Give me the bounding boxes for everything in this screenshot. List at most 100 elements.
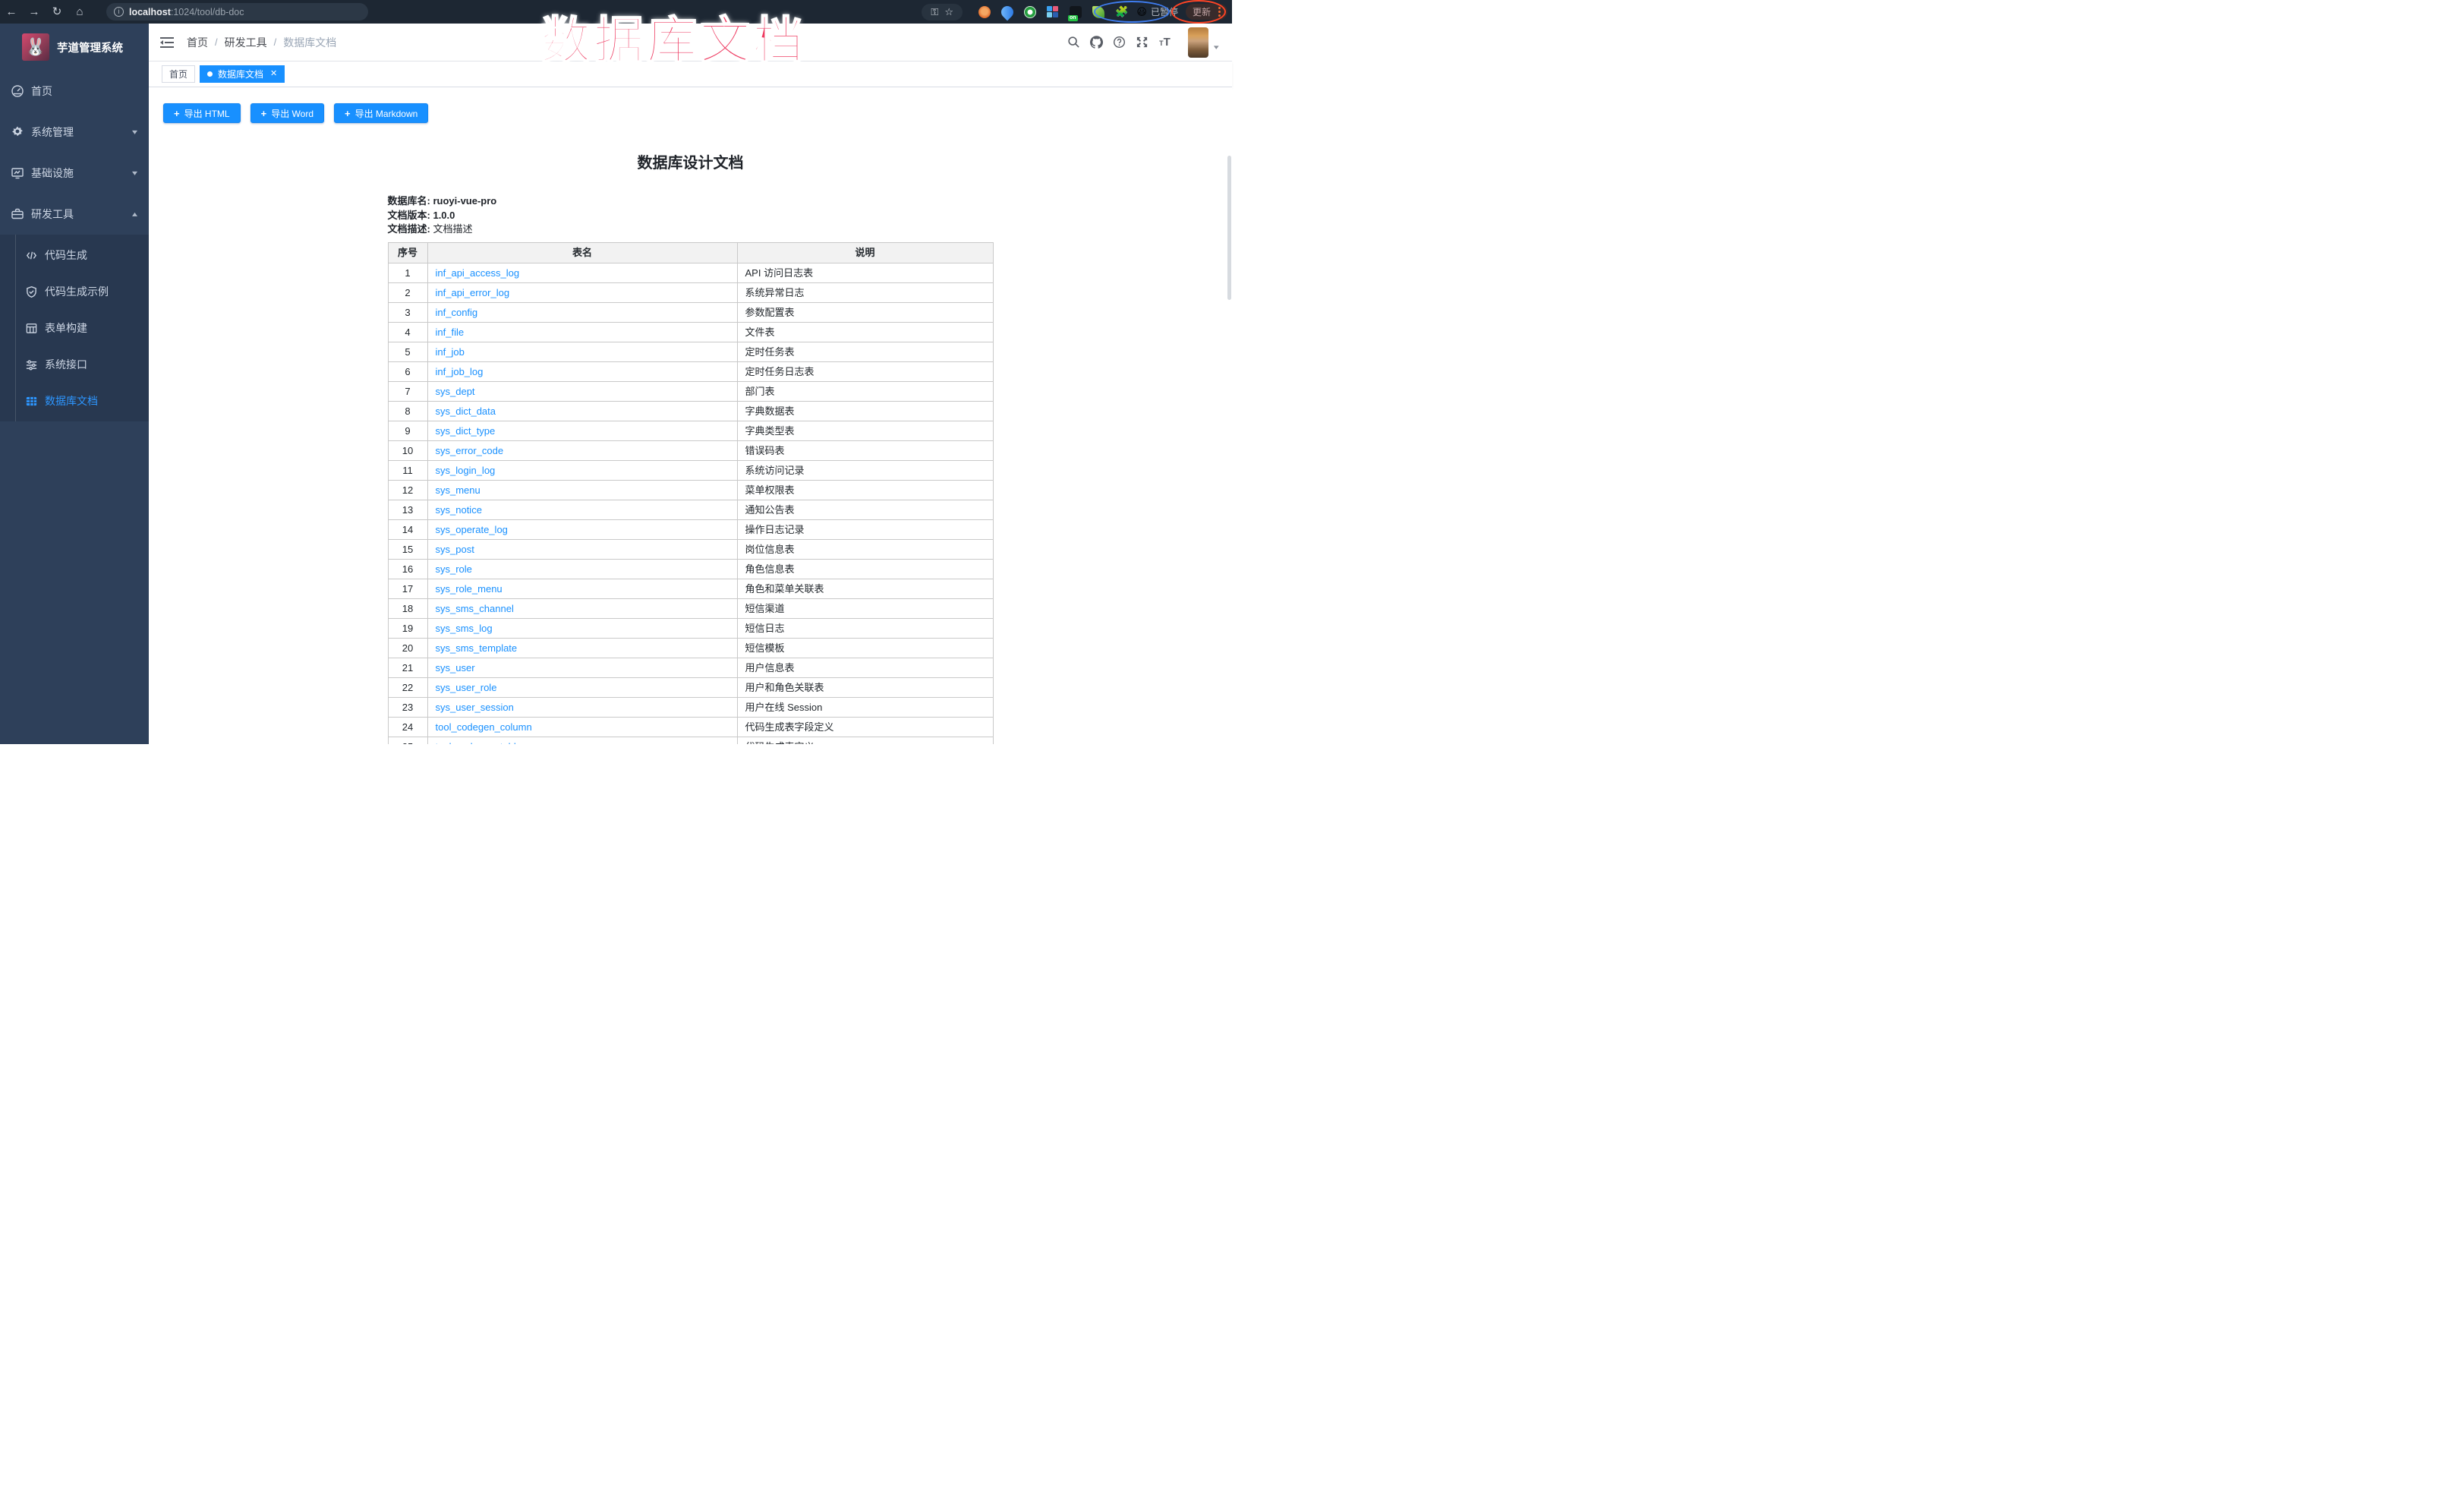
table-name-link[interactable]: sys_user (436, 662, 475, 674)
sidebar-item-system[interactable]: 系统管理 ▾ (0, 112, 149, 153)
row-table-name: sys_role (427, 559, 737, 579)
table-row: 4inf_file文件表 (388, 322, 993, 342)
table-name-link[interactable]: sys_sms_template (436, 642, 518, 654)
row-description: 短信渠道 (737, 598, 993, 618)
extension-proxy-on-icon[interactable]: on (1070, 6, 1082, 18)
fullscreen-icon[interactable] (1130, 31, 1153, 54)
table-name-link[interactable]: inf_job_log (436, 366, 484, 377)
table-row: 21sys_user用户信息表 (388, 658, 993, 677)
row-description: 短信日志 (737, 618, 993, 638)
address-bar[interactable]: i localhost:1024/tool/db-doc (106, 3, 368, 21)
row-table-name: sys_error_code (427, 440, 737, 460)
sidebar-item-label: 研发工具 (31, 207, 74, 222)
extension-orange-icon[interactable] (978, 6, 991, 18)
collapse-sidebar-icon[interactable] (159, 36, 175, 49)
browser-forward-icon[interactable]: → (23, 0, 46, 24)
app-logo[interactable]: 🐰 芋道管理系统 (0, 24, 149, 71)
sidebar-item-home[interactable]: 首页 (0, 71, 149, 112)
row-table-name: sys_operate_log (427, 519, 737, 539)
table-name-link[interactable]: sys_notice (436, 504, 482, 516)
table-name-link[interactable]: inf_file (436, 327, 465, 338)
table-name-link[interactable]: sys_user_role (436, 682, 497, 693)
table-name-link[interactable]: sys_sms_log (436, 623, 493, 634)
table-name-link[interactable]: sys_post (436, 544, 474, 555)
font-size-icon[interactable]: TT (1153, 31, 1176, 54)
table-name-link[interactable]: sys_menu (436, 484, 481, 496)
row-description: 系统访问记录 (737, 460, 993, 480)
row-index: 22 (388, 677, 427, 697)
table-name-link[interactable]: sys_dict_type (436, 425, 496, 437)
extensions-puzzle-icon[interactable]: 🧩 (1115, 5, 1128, 18)
row-description: 部门表 (737, 381, 993, 401)
table-name-link[interactable]: sys_error_code (436, 445, 504, 456)
extension-leaf-icon[interactable] (1092, 6, 1104, 18)
extension-pin-icon[interactable] (999, 3, 1016, 21)
extension-grid-icon[interactable] (1047, 6, 1059, 18)
table-row: 18sys_sms_channel短信渠道 (388, 598, 993, 618)
row-index: 25 (388, 737, 427, 744)
table-name-link[interactable]: sys_login_log (436, 465, 496, 476)
sidebar-item-codegen[interactable]: 代码生成 (0, 237, 149, 273)
row-table-name: sys_menu (427, 480, 737, 500)
browser-menu-icon[interactable] (1218, 5, 1221, 17)
sidebar-item-db-doc[interactable]: 数据库文档 (0, 383, 149, 419)
export-markdown-button[interactable]: +导出 Markdown (334, 103, 428, 123)
scrollbar-thumb[interactable] (1227, 156, 1231, 300)
row-index: 12 (388, 480, 427, 500)
row-index: 6 (388, 361, 427, 381)
row-table-name: sys_sms_channel (427, 598, 737, 618)
table-name-link[interactable]: tool_codegen_column (436, 721, 532, 733)
row-description: 字典数据表 (737, 401, 993, 421)
row-description: 短信模板 (737, 638, 993, 658)
table-name-link[interactable]: inf_job (436, 346, 465, 358)
browser-home-icon[interactable]: ⌂ (68, 0, 91, 24)
table-name-link[interactable]: sys_operate_log (436, 524, 508, 535)
export-word-button[interactable]: +导出 Word (250, 103, 324, 123)
sidebar-item-form-builder[interactable]: 表单构建 (0, 310, 149, 346)
table-name-link[interactable]: sys_sms_channel (436, 603, 514, 614)
table-name-link[interactable]: sys_role_menu (436, 583, 503, 595)
table-row: 8sys_dict_data字典数据表 (388, 401, 993, 421)
bookmark-star-icon[interactable]: ☆ (944, 6, 953, 18)
table-name-link[interactable]: inf_config (436, 307, 478, 318)
table-name-link[interactable]: inf_api_error_log (436, 287, 510, 298)
sidebar-item-codegen-demo[interactable]: 代码生成示例 (0, 273, 149, 310)
password-key-icon[interactable]: ⚿ (931, 6, 938, 18)
tab-home[interactable]: 首页 (162, 65, 195, 83)
sidebar: 🐰 芋道管理系统 首页 系统管理 ▾ 基础设施 (0, 24, 149, 744)
extension-green-check-icon[interactable] (1024, 6, 1036, 18)
search-icon[interactable] (1062, 31, 1085, 54)
table-name-link[interactable]: inf_api_access_log (436, 267, 520, 279)
table-name-link[interactable]: sys_dict_data (436, 405, 496, 417)
browser-reload-icon[interactable]: ↻ (46, 0, 68, 24)
monitor-icon (11, 166, 24, 180)
sidebar-item-devtools[interactable]: 研发工具 ▴ (0, 194, 149, 235)
browser-back-icon[interactable]: ← (0, 0, 23, 24)
sidebar-item-infra[interactable]: 基础设施 ▾ (0, 153, 149, 194)
avatar-caret-icon[interactable]: ▾ (1214, 43, 1219, 52)
table-row: 5inf_job定时任务表 (388, 342, 993, 361)
tab-db-doc[interactable]: 数据库文档 ✕ (200, 65, 285, 83)
table-name-link[interactable]: sys_role (436, 563, 472, 575)
site-info-icon[interactable]: i (114, 7, 124, 17)
form-icon (25, 322, 38, 335)
close-tab-icon[interactable]: ✕ (270, 70, 277, 78)
plus-icon: + (261, 108, 267, 119)
row-table-name: inf_file (427, 322, 737, 342)
row-description: 错误码表 (737, 440, 993, 460)
github-icon[interactable] (1085, 31, 1108, 54)
on-badge: on (1068, 15, 1078, 21)
help-icon[interactable] (1108, 31, 1130, 54)
browser-update-chip[interactable]: 更新 (1186, 4, 1227, 20)
row-table-name: tool_codegen_column (427, 717, 737, 737)
table-name-link[interactable]: tool_codegen_table (436, 741, 522, 745)
sidebar-item-system-api[interactable]: 系统接口 (0, 346, 149, 383)
table-name-link[interactable]: sys_dept (436, 386, 475, 397)
table-name-link[interactable]: sys_user_session (436, 702, 514, 713)
chevron-down-icon: ▾ (132, 169, 137, 178)
user-avatar[interactable] (1188, 27, 1208, 58)
update-label: 更新 (1193, 5, 1211, 18)
breadcrumb-home[interactable]: 首页 (187, 35, 208, 50)
export-html-button[interactable]: +导出 HTML (163, 103, 241, 123)
profile-paused-chip[interactable]: 😃 已暂停 (1136, 5, 1178, 18)
